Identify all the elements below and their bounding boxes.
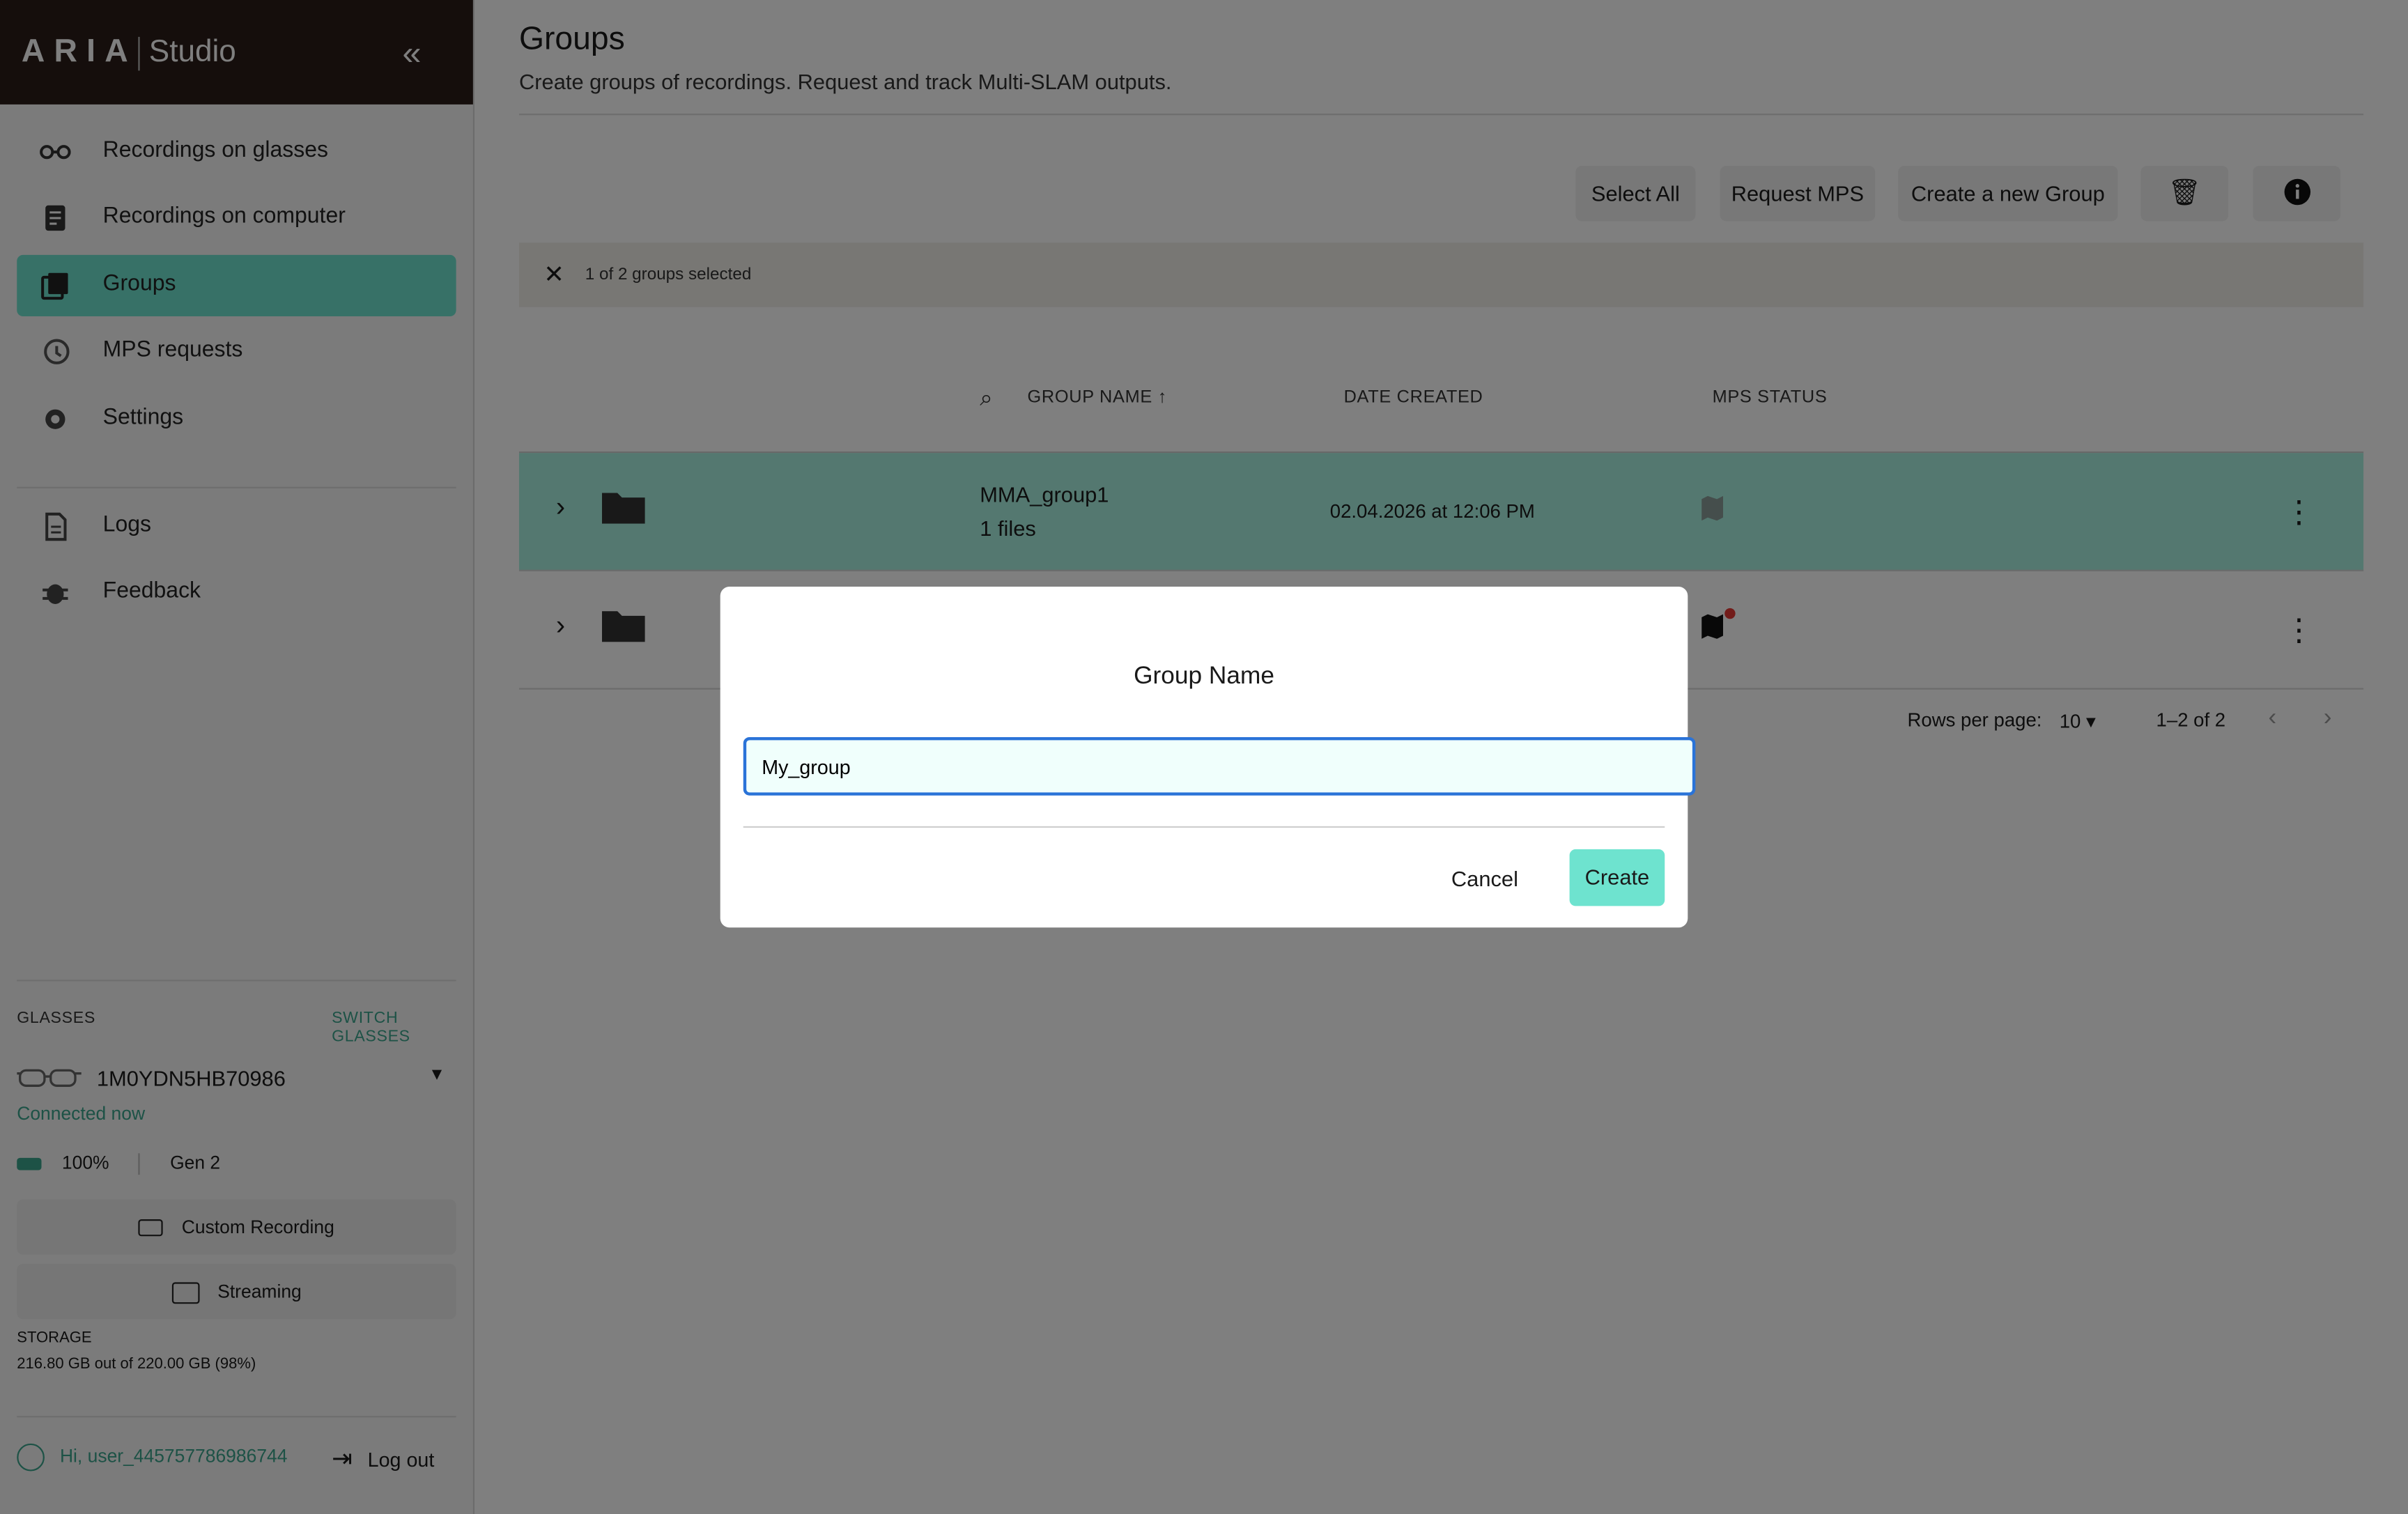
dialog-divider	[743, 826, 1665, 828]
dialog-title: Group Name	[1134, 663, 1274, 690]
group-name-dialog: Group Name Cancel Create	[720, 586, 1696, 928]
group-name-input[interactable]	[743, 736, 1696, 796]
create-button[interactable]: Create	[1569, 849, 1665, 906]
cancel-button[interactable]: Cancel	[1451, 866, 1518, 890]
